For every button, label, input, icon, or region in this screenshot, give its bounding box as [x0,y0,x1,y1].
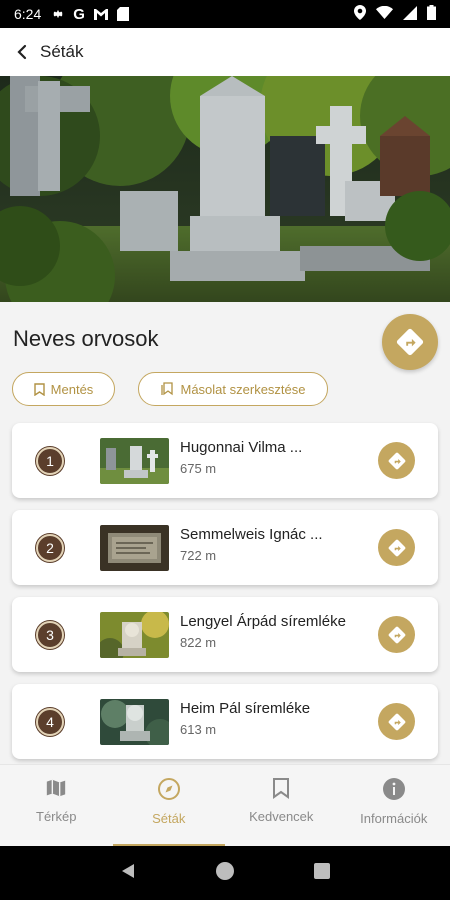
stop-name: Semmelweis Ignác ... [180,526,323,543]
stop-number-badge: 2 [36,534,64,562]
stop-thumbnail [100,612,169,658]
stop-distance: 722 m [180,548,217,563]
edit-copy-button[interactable]: Másolat szerkesztése [138,372,328,406]
copy-bookmark-icon [160,382,173,396]
back-arrow-icon[interactable] [16,44,30,60]
settings-gear-icon [51,7,65,21]
bottom-navigation: Térkép Séták Kedvencek Információk [0,764,450,846]
stop-route-button[interactable] [378,529,415,566]
app-bar: Séták [0,28,450,76]
walk-hero-image [0,76,450,302]
stop-route-button[interactable] [378,616,415,653]
map-icon [47,779,66,797]
tab-favorites-label: Kedvencek [249,809,314,824]
bookmark-icon [33,382,45,396]
directions-icon [388,539,405,556]
home-circle-icon[interactable] [215,861,235,886]
stop-number-badge: 3 [36,621,64,649]
system-nav-bar [0,846,450,900]
stop-name: Heim Pál síremléke [180,700,311,717]
stop-thumbnail [100,525,169,571]
list-item[interactable]: 4 Heim Pál síremléke 613 m [12,684,438,759]
list-item[interactable]: 2 Semmelweis Ignác ... 722 m [12,510,438,585]
walk-title: Neves orvosok [13,326,159,351]
route-fab-button[interactable] [382,314,438,370]
stop-name: Lengyel Árpád síremléke [180,613,346,630]
page-title: Séták [40,42,84,61]
wifi-icon [376,5,393,22]
sd-card-icon [116,7,129,21]
tab-info[interactable]: Információk [338,765,450,846]
stop-thumbnail [100,438,169,484]
tab-info-label: Információk [360,811,428,826]
recents-square-icon[interactable] [313,862,331,885]
directions-icon [396,328,424,356]
tab-map[interactable]: Térkép [0,765,113,846]
directions-icon [388,626,405,643]
tab-walks-label: Séták [152,811,186,826]
directions-icon [388,452,405,469]
stop-distance: 675 m [180,461,217,476]
tab-favorites[interactable]: Kedvencek [225,765,338,846]
walk-content: Neves orvosok Mentés Másolat szerkesztés… [0,302,450,764]
stop-thumbnail [100,699,169,745]
signal-icon [403,5,417,23]
stop-number-badge: 4 [36,708,64,736]
stop-distance: 613 m [180,722,217,737]
save-button[interactable]: Mentés [12,372,115,406]
stop-route-button[interactable] [378,703,415,740]
edit-copy-button-label: Másolat szerkesztése [180,381,306,397]
stop-route-button[interactable] [378,442,415,479]
stop-name: Hugonnai Vilma ... [180,439,303,456]
battery-icon [427,5,436,23]
stop-distance: 822 m [180,635,217,650]
back-triangle-icon[interactable] [119,862,137,885]
directions-icon [388,713,405,730]
tab-map-label: Térkép [36,809,77,824]
google-icon: G [73,5,85,23]
status-time: 6:24 [14,6,42,22]
tab-walks[interactable]: Séták [112,765,226,846]
list-item[interactable]: 3 Lengyel Árpád síremléke 822 m [12,597,438,672]
location-icon [354,5,366,23]
compass-icon [157,778,180,800]
status-bar: 6:24 G [0,0,450,28]
gmail-icon [93,8,109,21]
bookmark-icon [273,778,290,799]
stop-number-badge: 1 [36,447,64,475]
save-button-label: Mentés [50,381,94,397]
info-icon [382,778,405,800]
list-item[interactable]: 1 Hugonnai Vilma ... 675 m [12,423,438,498]
